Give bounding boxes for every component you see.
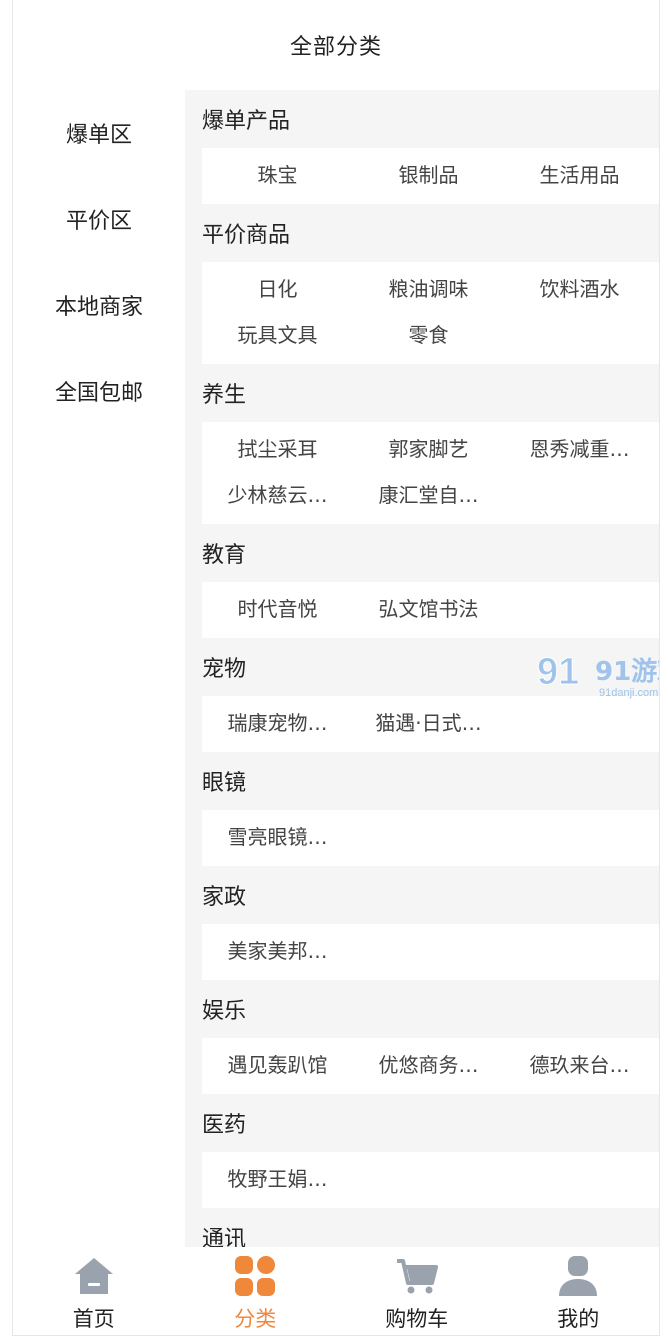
subcategory-grid: 美家美邦… bbox=[202, 924, 659, 980]
group-title: 养生 bbox=[202, 383, 247, 408]
bottom-tabbar: 首页 分类 购物车 我的 bbox=[13, 1247, 659, 1335]
sidebar-item-hot[interactable]: 爆单区 bbox=[13, 90, 185, 176]
subcategory-item[interactable]: 日化 bbox=[202, 264, 353, 310]
page-title: 全部分类 bbox=[289, 35, 382, 60]
subcategory-grid: 时代音悦 弘文馆书法 bbox=[202, 582, 659, 638]
subcategory-item[interactable]: 生活用品 bbox=[504, 150, 655, 196]
sidebar-item-local[interactable]: 本地商家 bbox=[13, 262, 185, 348]
header: 全部分类 bbox=[13, 0, 659, 90]
subcategory-item[interactable]: 饮料酒水 bbox=[504, 264, 655, 310]
subcategory-grid: 拭尘采耳 郭家脚艺 恩秀减重… 少林慈云… 康汇堂自… bbox=[202, 422, 659, 524]
subcategory-item[interactable]: 银制品 bbox=[353, 150, 504, 196]
group-title: 通讯 bbox=[202, 1227, 247, 1250]
subcategory-item[interactable]: 康汇堂自… bbox=[353, 470, 504, 516]
category-sidebar: 爆单区 平价区 本地商家 全国包邮 bbox=[13, 90, 185, 1250]
group-title: 宠物 bbox=[202, 657, 247, 682]
group-title: 医药 bbox=[202, 1113, 247, 1138]
subcategory-item[interactable]: 弘文馆书法 bbox=[353, 584, 504, 630]
subcategory-item[interactable]: 瑞康宠物… bbox=[202, 698, 353, 744]
cart-icon bbox=[394, 1253, 440, 1299]
app-frame: 全部分类 爆单区 平价区 本地商家 全国包邮 爆单产品 珠宝 银制品 生活用品 … bbox=[12, 0, 660, 1336]
subcategory-grid: 牧野王娟… bbox=[202, 1152, 659, 1208]
tab-profile[interactable]: 我的 bbox=[498, 1247, 660, 1335]
group-title: 眼镜 bbox=[202, 771, 247, 796]
subcategory-item[interactable]: 粮油调味 bbox=[353, 264, 504, 310]
group-title: 家政 bbox=[202, 885, 247, 910]
subcategory-item[interactable]: 少林慈云… bbox=[202, 470, 353, 516]
tab-label: 分类 bbox=[234, 1307, 277, 1331]
sidebar-item-free-shipping[interactable]: 全国包邮 bbox=[13, 348, 185, 434]
subcategory-item[interactable]: 牧野王娟… bbox=[202, 1154, 353, 1200]
group-title: 教育 bbox=[202, 543, 247, 568]
tab-label: 我的 bbox=[557, 1307, 600, 1331]
profile-icon bbox=[555, 1253, 601, 1299]
subcategory-grid: 日化 粮油调味 饮料酒水 玩具文具 零食 bbox=[202, 262, 659, 364]
group-title: 平价商品 bbox=[202, 223, 291, 248]
group-title: 爆单产品 bbox=[202, 109, 291, 134]
home-icon bbox=[71, 1253, 117, 1299]
subcategory-item[interactable]: 珠宝 bbox=[202, 150, 353, 196]
sidebar-item-budget[interactable]: 平价区 bbox=[13, 176, 185, 262]
subcategory-item[interactable]: 雪亮眼镜… bbox=[202, 812, 353, 858]
category-icon bbox=[232, 1253, 278, 1299]
sidebar-item-label: 爆单区 bbox=[65, 123, 132, 148]
sidebar-item-label: 本地商家 bbox=[54, 295, 143, 320]
subcategory-item[interactable]: 郭家脚艺 bbox=[353, 424, 504, 470]
subcategory-item[interactable]: 恩秀减重… bbox=[504, 424, 655, 470]
subcategory-item[interactable]: 遇见轰趴馆 bbox=[202, 1040, 353, 1086]
subcategory-item[interactable]: 时代音悦 bbox=[202, 584, 353, 630]
subcategory-grid: 遇见轰趴馆 优悠商务… 德玖来台… bbox=[202, 1038, 659, 1094]
subcategory-grid: 珠宝 银制品 生活用品 bbox=[202, 148, 659, 204]
subcategory-item[interactable]: 猫遇·日式… bbox=[353, 698, 504, 744]
subcategory-grid: 瑞康宠物… 猫遇·日式… bbox=[202, 696, 659, 752]
subcategory-grid: 雪亮眼镜… bbox=[202, 810, 659, 866]
subcategory-item[interactable]: 零食 bbox=[353, 310, 504, 356]
tab-category[interactable]: 分类 bbox=[175, 1247, 337, 1335]
tab-cart[interactable]: 购物车 bbox=[336, 1247, 498, 1335]
category-content[interactable]: 爆单产品 珠宝 银制品 生活用品 平价商品 日化 粮油调味 饮料酒水 玩具文具 … bbox=[185, 90, 659, 1250]
subcategory-item[interactable]: 优悠商务… bbox=[353, 1040, 504, 1086]
group-title: 娱乐 bbox=[202, 999, 247, 1024]
subcategory-item[interactable]: 美家美邦… bbox=[202, 926, 353, 972]
subcategory-item[interactable]: 拭尘采耳 bbox=[202, 424, 353, 470]
tab-label: 购物车 bbox=[385, 1307, 449, 1331]
subcategory-item[interactable]: 德玖来台… bbox=[504, 1040, 655, 1086]
sidebar-item-label: 平价区 bbox=[65, 209, 132, 234]
tab-home[interactable]: 首页 bbox=[13, 1247, 175, 1335]
tab-label: 首页 bbox=[72, 1307, 115, 1331]
sidebar-item-label: 全国包邮 bbox=[54, 381, 143, 406]
subcategory-item[interactable]: 玩具文具 bbox=[202, 310, 353, 356]
